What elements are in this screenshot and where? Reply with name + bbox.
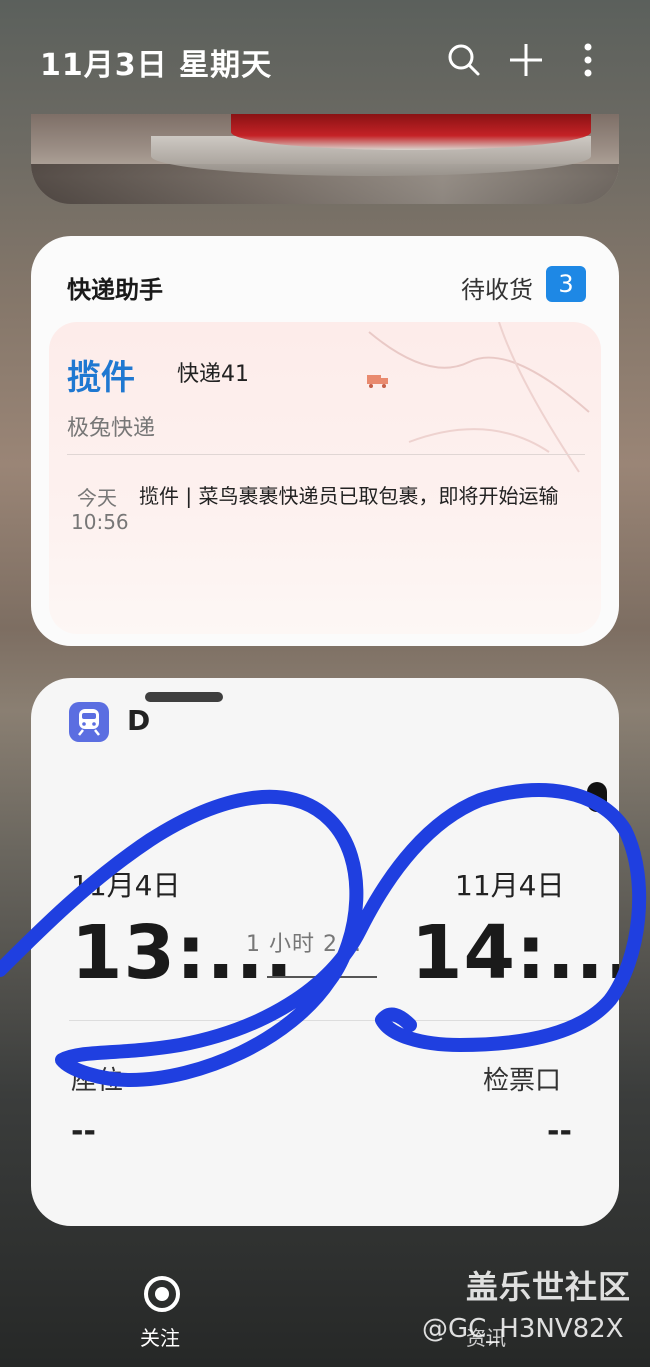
package-item[interactable]: 揽件 快递41 极兔快递 今天 10:56 揽件 | 菜鸟裹裹快递员已取包裹，即… [49, 322, 601, 634]
more-vertical-icon[interactable] [566, 38, 610, 82]
divider [67, 454, 585, 455]
pending-count-badge: 3 [546, 266, 586, 302]
express-card-title: 快递助手 [67, 276, 163, 304]
event-time: 10:56 [71, 510, 129, 534]
train-icon [69, 702, 109, 742]
event-day: 今天 [77, 486, 117, 510]
photo-object-top [231, 114, 591, 150]
redaction-mark [587, 782, 607, 812]
seat-label: 座位 [71, 1066, 124, 1096]
date-label: 11月3日 星期天 [40, 48, 273, 83]
photo-card[interactable] [31, 114, 619, 204]
divider [69, 1020, 581, 1021]
map-background [368, 322, 590, 473]
truck-icon [367, 375, 388, 388]
watermark-user: @GC_H3NV82X [422, 1314, 624, 1344]
follow-icon [144, 1276, 180, 1312]
package-company: 快递41 [177, 362, 249, 387]
nav-follow[interactable]: 关注 [132, 1270, 192, 1350]
gate-value: -- [547, 1114, 572, 1149]
gate-label: 检票口 [483, 1066, 562, 1096]
add-icon[interactable] [504, 38, 548, 82]
arrival-date: 11月4日 [455, 869, 565, 902]
seat-value: -- [71, 1114, 96, 1149]
redaction-mark [145, 692, 223, 702]
train-trip-card[interactable]: D 11月4日 11月4日 13:... 1 小时 2... 14:... 座位… [31, 678, 619, 1226]
trip-duration: 1 小时 2... [246, 932, 362, 957]
event-message: 揽件 | 菜鸟裹裹快递员已取包裹，即将开始运输 [139, 484, 559, 508]
express-assistant-card[interactable]: 快递助手 待收货 3 揽件 快递41 极兔快递 今天 10:56 揽件 | 菜鸟… [31, 236, 619, 646]
arrival-time: 14:... [411, 910, 619, 996]
departure-date: 11月4日 [71, 869, 181, 902]
watermark-community: 盖乐世社区 [466, 1268, 632, 1306]
search-icon[interactable] [442, 38, 486, 82]
train-number: D [127, 704, 151, 737]
duration-arrow [267, 976, 377, 978]
pending-label: 待收货 [461, 276, 533, 304]
nav-follow-label: 关注 [140, 1326, 180, 1350]
package-status: 揽件 [67, 358, 135, 398]
top-bar: 11月3日 星期天 [0, 0, 650, 118]
package-courier: 极兔快递 [67, 416, 156, 441]
